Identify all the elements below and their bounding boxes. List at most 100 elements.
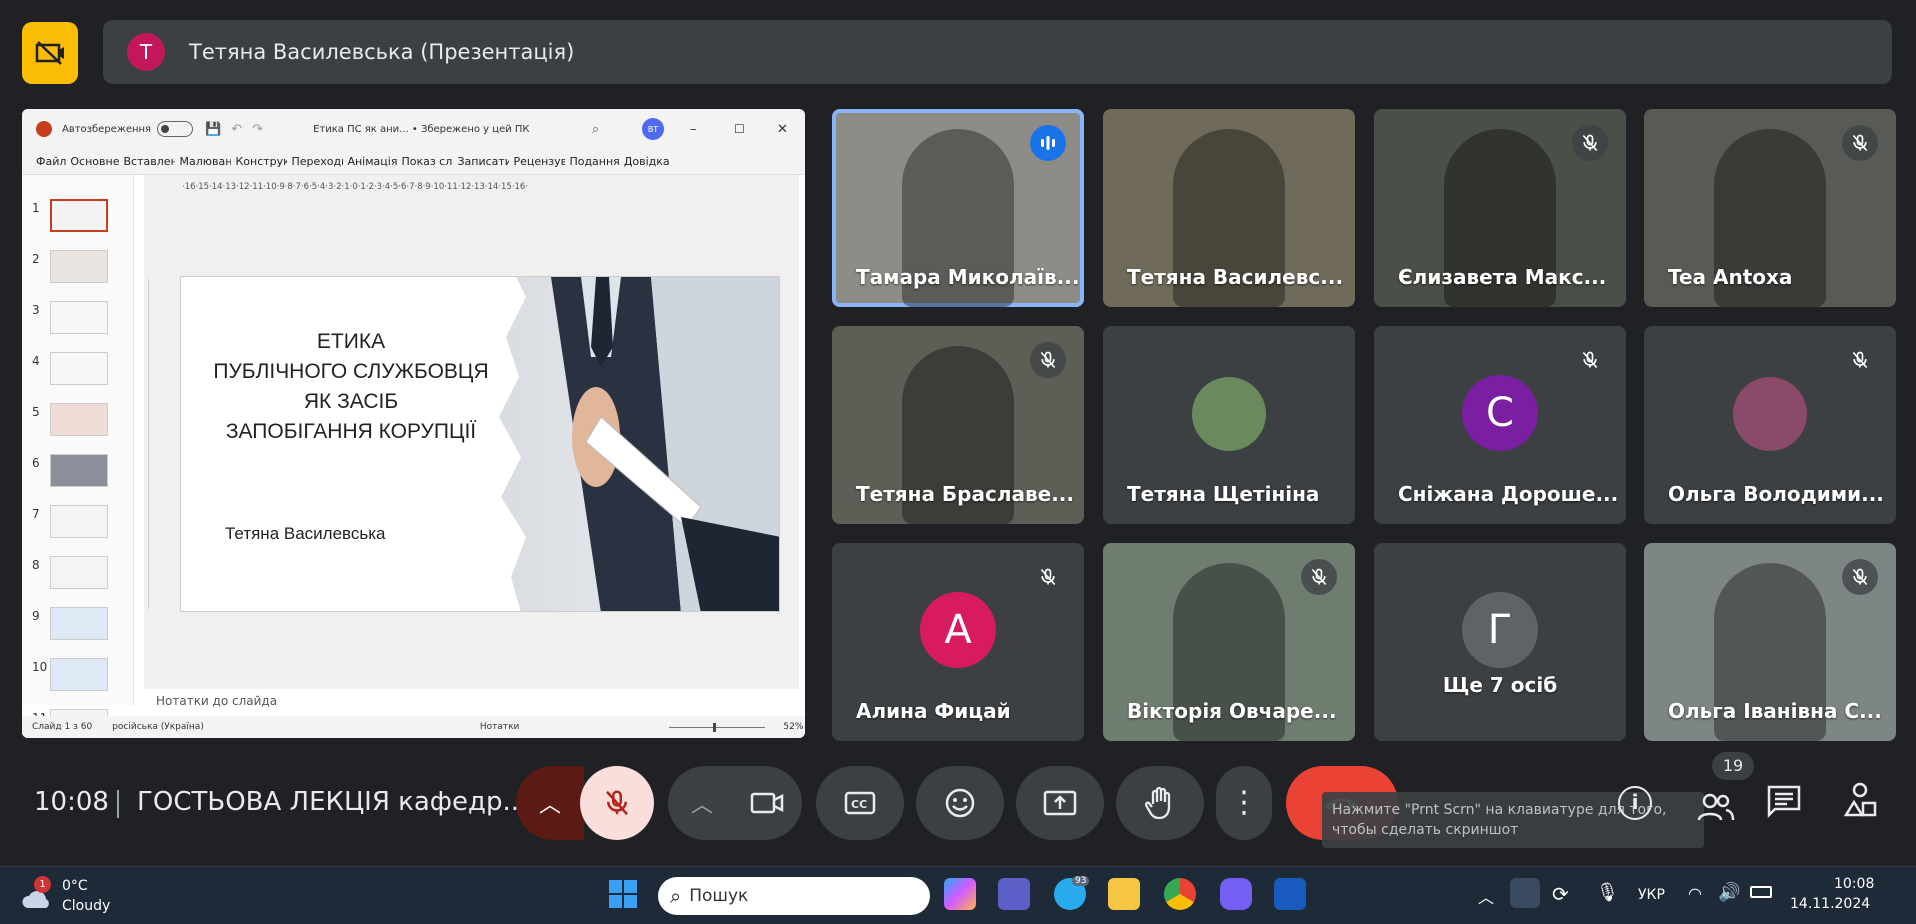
slide-number: 7 <box>32 507 40 521</box>
mic-off-indicator <box>1030 342 1066 378</box>
more-options-button[interactable]: ⋮ <box>1216 766 1272 840</box>
ribbon-tab[interactable]: Малювання <box>179 155 231 168</box>
participant-tile[interactable]: Тетяна Василевс... <box>1103 109 1355 307</box>
volume-icon[interactable]: 🔊 <box>1718 882 1740 903</box>
word-icon[interactable] <box>1274 878 1306 910</box>
undo-icon[interactable]: ↶ <box>231 122 242 137</box>
participant-tile[interactable]: Вікторія Овчаре... <box>1103 543 1355 741</box>
close-icon[interactable]: ✕ <box>777 122 788 137</box>
ribbon-tab[interactable]: Файл <box>36 155 66 168</box>
slide-thumbnail[interactable] <box>50 250 108 283</box>
presenter-bar: Т Тетяна Василевська (Презентація) <box>103 20 1892 84</box>
clock-date[interactable]: 14.11.2024 <box>1790 896 1870 912</box>
participant-tile[interactable]: Tea Antoxa <box>1644 109 1896 307</box>
minimize-icon[interactable]: – <box>690 122 697 137</box>
slide-thumbnail[interactable] <box>50 556 108 589</box>
participant-tile[interactable]: Тамара Миколаїв... <box>832 109 1084 307</box>
tray-overflow-icon[interactable]: ︿ <box>1478 884 1494 908</box>
emoji-icon <box>945 788 975 818</box>
sync-icon[interactable]: ⟳ <box>1552 882 1569 906</box>
participant-tile[interactable]: Тетяна Щетініна <box>1103 326 1355 524</box>
slide-thumbnail[interactable] <box>50 301 108 334</box>
ribbon-tab[interactable]: Показ слайдів <box>401 155 453 168</box>
participant-tile[interactable]: Ольга Володими... <box>1644 326 1896 524</box>
ribbon-tab[interactable]: Анімація <box>347 155 397 168</box>
video-options-button[interactable]: ︿ <box>668 766 736 840</box>
info-icon[interactable]: i <box>1618 786 1652 820</box>
reactions-button[interactable] <box>916 766 1004 840</box>
slide-thumbnail[interactable] <box>50 352 108 385</box>
save-icon[interactable]: 💾 <box>205 122 221 137</box>
participant-name: Вікторія Овчаре... <box>1127 699 1337 723</box>
slide-number: 10 <box>32 660 48 674</box>
weather-widget[interactable]: 1 0°C Cloudy <box>18 876 128 918</box>
presentation-toggle-button[interactable] <box>22 22 78 84</box>
slide-thumbnail[interactable] <box>50 403 108 436</box>
ribbon-tab[interactable]: Конструктор <box>235 155 287 168</box>
ribbon-tab[interactable]: Рецензування <box>513 155 565 168</box>
slide-author: Тетяна Василевська <box>225 524 386 543</box>
user-avatar[interactable]: ВТ <box>642 118 664 140</box>
viber-icon[interactable] <box>1220 878 1252 910</box>
redo-icon[interactable]: ↷ <box>252 122 263 137</box>
slide-thumbnail[interactable] <box>50 199 108 232</box>
captions-button[interactable]: CC <box>816 766 904 840</box>
activities-button[interactable] <box>1842 782 1878 822</box>
slide-thumbnail[interactable] <box>50 607 108 640</box>
participant-tile[interactable]: Єлизавета Макс... <box>1374 109 1626 307</box>
camera-icon <box>750 792 784 814</box>
mic-off-icon <box>606 790 628 816</box>
participant-tile[interactable]: С Сніжана Дороше... <box>1374 326 1626 524</box>
mic-toggle-button[interactable] <box>580 766 654 840</box>
people-button[interactable] <box>1696 776 1740 826</box>
notes-button[interactable]: Нотатки <box>480 722 520 732</box>
participant-tile[interactable]: Ольга Іванівна С... <box>1644 543 1896 741</box>
ribbon-tab[interactable]: Переходи <box>291 155 343 168</box>
zoom-level[interactable]: 52% <box>783 722 803 732</box>
maximize-icon[interactable]: ☐ <box>734 122 745 136</box>
ribbon-tab[interactable]: Основне <box>70 155 119 168</box>
chrome-icon[interactable] <box>1164 878 1196 910</box>
start-button[interactable] <box>608 879 640 911</box>
copilot-icon[interactable] <box>944 878 976 910</box>
participant-avatar: С <box>1462 375 1538 451</box>
language-indicator[interactable]: УКР <box>1638 887 1665 903</box>
battery-icon[interactable] <box>1750 886 1772 898</box>
ribbon-tab[interactable]: Записати <box>457 155 509 168</box>
search-icon[interactable]: ⌕ <box>592 122 599 137</box>
mic-off-icon <box>1311 568 1327 586</box>
clock-time[interactable]: 10:08 <box>1834 876 1874 892</box>
participant-tile[interactable]: А Алина Фицай <box>832 543 1084 741</box>
search-box[interactable]: ⌕ Пошук <box>658 877 930 915</box>
wifi-icon[interactable]: ◠ <box>1688 884 1702 903</box>
no-present-icon <box>35 41 64 65</box>
mic-off-icon <box>1582 134 1598 152</box>
mic-tray-icon[interactable]: 🎙 <box>1596 882 1619 903</box>
present-screen-button[interactable] <box>1016 766 1104 840</box>
ribbon-tab[interactable]: Вставлення <box>123 155 175 168</box>
audio-options-button[interactable]: ︿ <box>516 766 584 840</box>
zoom-slider[interactable] <box>669 722 766 732</box>
chat-button[interactable] <box>1766 784 1802 822</box>
current-slide: ЕТИКА ПУБЛІЧНОГО СЛУЖБОВЦЯ ЯК ЗАСІБ ЗАПО… <box>180 276 780 612</box>
powerpoint-icon <box>36 121 52 137</box>
autosave-toggle[interactable] <box>157 121 194 137</box>
slide-thumbnail[interactable] <box>50 454 108 487</box>
slide-number: 9 <box>32 609 40 623</box>
notes-placeholder[interactable]: Нотатки до слайда <box>156 694 277 708</box>
pen-icon[interactable] <box>1510 878 1540 908</box>
camera-toggle-button[interactable] <box>732 766 802 840</box>
slide-number: 8 <box>32 558 40 572</box>
slide-thumbnail[interactable] <box>50 505 108 538</box>
participant-tile[interactable]: Г Ще 7 осіб <box>1374 543 1626 741</box>
captions-icon: CC <box>844 791 876 815</box>
ribbon-tab[interactable]: Довідка <box>624 155 670 168</box>
audio-bars-icon <box>1041 136 1055 150</box>
teams-icon[interactable] <box>998 878 1030 910</box>
participant-tile[interactable]: Тетяна Браславе... <box>832 326 1084 524</box>
filename[interactable]: Етика ПС як ани... • Збережено у цей ПК <box>313 124 529 135</box>
ribbon-tab[interactable]: Подання <box>569 155 619 168</box>
file-explorer-icon[interactable] <box>1108 878 1140 910</box>
raise-hand-button[interactable] <box>1116 766 1204 840</box>
slide-thumbnail[interactable] <box>50 658 108 691</box>
